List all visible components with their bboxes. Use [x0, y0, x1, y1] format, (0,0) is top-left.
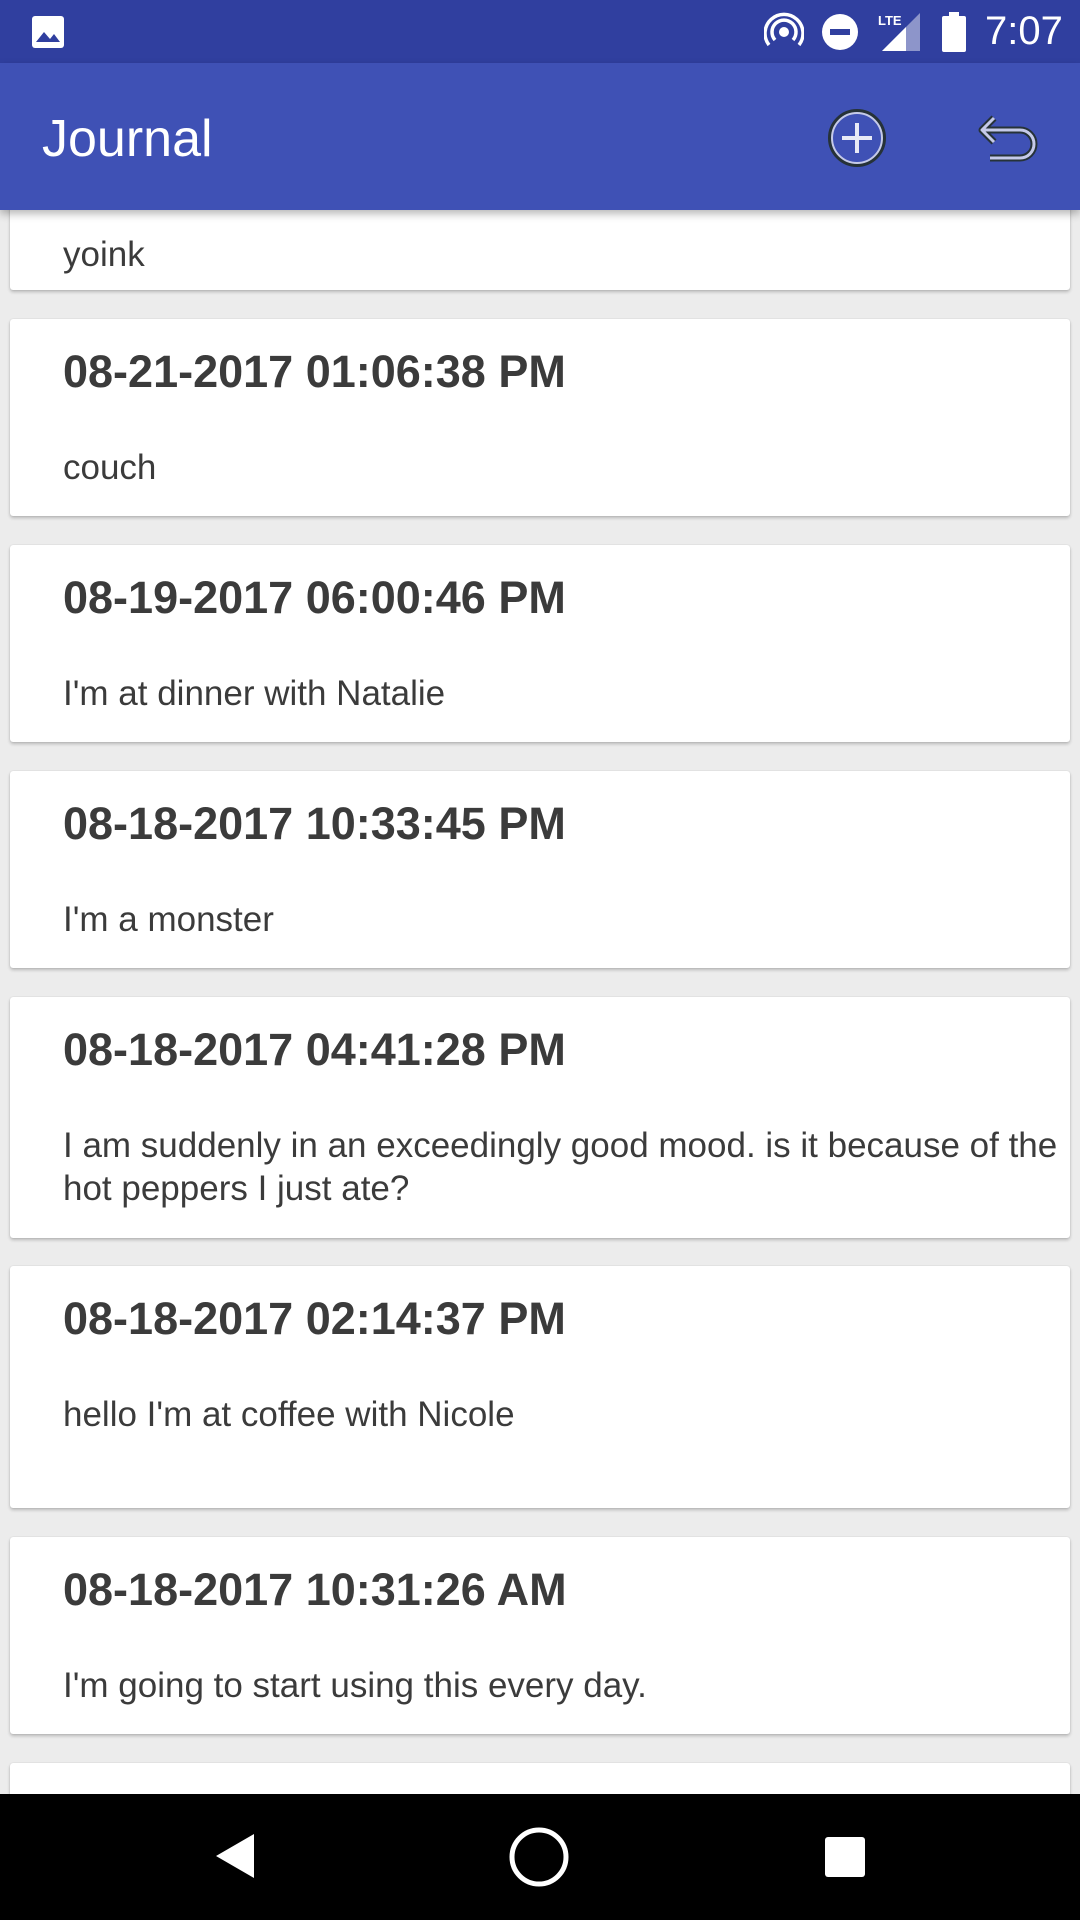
entry-date: 08-21-2017 01:06:38 PM	[63, 346, 566, 397]
entry-text: hello I'm at coffee with Nicole	[63, 1395, 515, 1434]
journal-entry-card[interactable]: 08-19-2017 06:00:46 PM I'm at dinner wit…	[10, 545, 1070, 742]
nav-recents-button[interactable]	[824, 1836, 866, 1883]
journal-entry-card[interactable]	[10, 1763, 1070, 1794]
gallery-icon	[31, 15, 65, 54]
do-not-disturb-icon	[821, 13, 859, 56]
home-circle-icon	[509, 1827, 569, 1887]
entry-date: 08-19-2017 06:00:46 PM	[63, 572, 566, 623]
nav-home-button[interactable]	[508, 1826, 570, 1893]
entry-text: I'm at dinner with Natalie	[63, 674, 446, 713]
hotspot-icon	[763, 12, 805, 57]
entry-date: 08-18-2017 10:31:26 AM	[63, 1564, 567, 1615]
nav-back-button[interactable]	[214, 1832, 256, 1885]
recents-square-icon	[825, 1837, 865, 1877]
entry-text: I'm going to start using this every day.	[63, 1666, 647, 1705]
signal-icon: LTE	[876, 11, 920, 56]
entry-date: 08-18-2017 04:41:28 PM	[63, 1024, 566, 1075]
undo-back-icon	[978, 115, 1038, 162]
status-clock: 7:07	[985, 9, 1063, 53]
network-type-label: LTE	[878, 13, 902, 28]
journal-entry-card[interactable]: yoink	[10, 210, 1070, 290]
system-navigation-bar	[0, 1794, 1080, 1920]
status-bar: LTE 7:07	[0, 0, 1080, 63]
add-entry-button[interactable]	[822, 103, 892, 173]
entry-text: yoink	[63, 235, 145, 274]
journal-entry-card[interactable]: 08-18-2017 10:31:26 AM I'm going to star…	[10, 1537, 1070, 1734]
page-title: Journal	[42, 110, 213, 168]
entry-text: couch	[63, 448, 157, 487]
battery-icon	[942, 12, 966, 57]
undo-back-button[interactable]	[970, 103, 1046, 173]
app-bar: Journal	[0, 63, 1080, 210]
entry-date: 08-18-2017 10:33:45 PM	[63, 798, 566, 849]
journal-entry-card[interactable]: 08-18-2017 10:33:45 PM I'm a monster	[10, 771, 1070, 968]
add-circle-icon	[828, 109, 886, 167]
entry-text: I'm a monster	[63, 900, 274, 939]
journal-entry-list[interactable]: yoink 08-21-2017 01:06:38 PM couch 08-19…	[0, 210, 1080, 1794]
journal-entry-card[interactable]: 08-21-2017 01:06:38 PM couch	[10, 319, 1070, 516]
entry-date: 08-18-2017 02:14:37 PM	[63, 1293, 566, 1344]
back-triangle-icon	[216, 1834, 254, 1878]
journal-entry-card[interactable]: 08-18-2017 02:14:37 PM hello I'm at coff…	[10, 1266, 1070, 1508]
journal-entry-card[interactable]: 08-18-2017 04:41:28 PM I am suddenly in …	[10, 997, 1070, 1238]
entry-text: I am suddenly in an exceedingly good moo…	[63, 1126, 1058, 1208]
